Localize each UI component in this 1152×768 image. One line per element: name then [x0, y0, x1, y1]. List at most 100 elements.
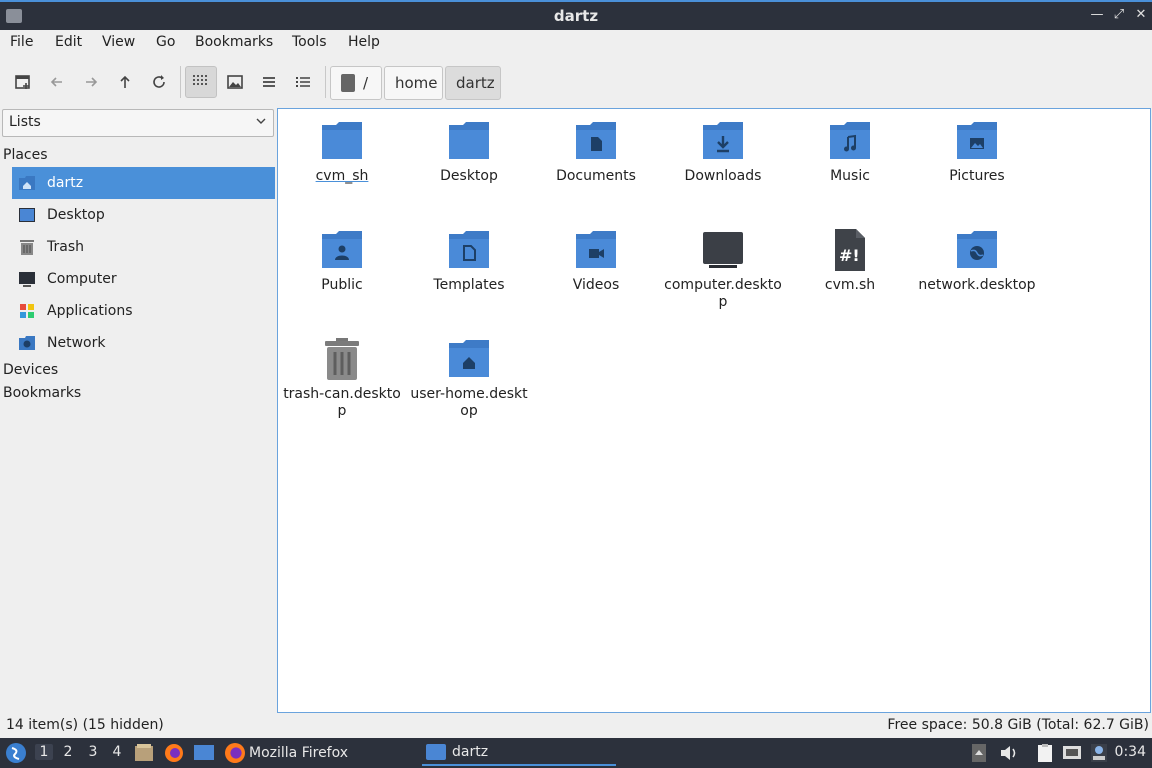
file-label: Videos [572, 277, 620, 293]
minimize-icon[interactable]: — [1088, 7, 1106, 22]
workspace-4[interactable]: 4 [108, 744, 126, 760]
folder-documents-icon [572, 117, 620, 165]
menu-go[interactable]: Go [156, 34, 175, 50]
folder-public-icon [318, 226, 366, 274]
file-label: Templates [433, 277, 505, 293]
folder-icon [445, 117, 493, 165]
thumbnail-view-icon[interactable] [219, 66, 251, 98]
file-label: user-home.desktop [410, 386, 528, 419]
file-item-desktop[interactable]: Desktop [406, 117, 532, 185]
menu-tools[interactable]: Tools [292, 34, 327, 50]
folder-pictures-icon [953, 117, 1001, 165]
task-firefox[interactable]: Mozilla Firefox [225, 740, 348, 766]
back-icon[interactable] [41, 66, 73, 98]
menu-help[interactable]: Help [348, 34, 380, 50]
task-label: dartz [452, 744, 489, 760]
reload-icon[interactable] [143, 66, 175, 98]
menu-edit[interactable]: Edit [55, 34, 82, 50]
folder-templates-icon [445, 226, 493, 274]
file-item-documents[interactable]: Documents [533, 117, 659, 185]
item-count: 14 item(s) (15 hidden) [6, 717, 164, 733]
status-bar: 14 item(s) (15 hidden) Free space: 50.8 … [0, 714, 1152, 736]
file-label: network.desktop [918, 277, 1036, 293]
maximize-icon[interactable]: ⤢ [1110, 7, 1128, 22]
clipboard-icon[interactable] [1035, 743, 1055, 767]
sidebar-item-desktop[interactable]: Desktop [12, 199, 275, 231]
workspace-2[interactable]: 2 [59, 744, 77, 760]
file-item-trash-can-desktop[interactable]: trash-can.desktop [279, 335, 405, 420]
file-manager-launcher-icon[interactable] [134, 743, 154, 767]
file-item-music[interactable]: Music [787, 117, 913, 185]
sidebar-item-network[interactable]: Network [12, 327, 275, 359]
menu-view[interactable]: View [102, 34, 135, 50]
file-item-cvm-sh-script[interactable]: #! cvm.sh [787, 226, 913, 294]
menu-bar: File Edit View Go Bookmarks Tools Help [0, 30, 1152, 56]
folder-icon [318, 117, 366, 165]
start-menu-icon[interactable] [5, 742, 27, 768]
compact-view-icon[interactable] [253, 66, 285, 98]
file-item-cvm-sh[interactable]: cvm_sh [279, 117, 405, 185]
sidebar-mode-select[interactable]: Lists [2, 109, 274, 137]
file-label: Music [830, 168, 870, 184]
file-item-computer-desktop[interactable]: computer.desktop [660, 226, 786, 311]
devices-heading[interactable]: Devices [3, 362, 58, 378]
bookmarks-heading[interactable]: Bookmarks [3, 385, 81, 401]
path-segment-home[interactable]: home [384, 66, 443, 100]
file-item-templates[interactable]: Templates [406, 226, 532, 294]
file-item-pictures[interactable]: Pictures [914, 117, 1040, 185]
file-label: trash-can.desktop [283, 386, 401, 419]
desktop-icon [17, 205, 37, 225]
close-icon[interactable]: ✕ [1132, 7, 1150, 22]
sidebar-mode-value: Lists [9, 114, 41, 130]
chevron-down-icon [255, 115, 267, 131]
folder-music-icon [826, 117, 874, 165]
path-segment-dartz[interactable]: dartz [445, 66, 501, 100]
tray-updates-icon[interactable] [971, 743, 987, 767]
firefox-launcher-icon[interactable] [164, 743, 184, 767]
file-label: Desktop [440, 168, 498, 184]
sidebar-item-label: Network [47, 335, 106, 351]
task-dartz[interactable]: dartz [422, 740, 616, 766]
file-label: Public [321, 277, 363, 293]
icon-view-icon[interactable] [185, 66, 217, 98]
free-space: Free space: 50.8 GiB (Total: 62.7 GiB) [887, 717, 1149, 733]
detailed-list-view-icon[interactable] [287, 66, 319, 98]
file-item-network-desktop[interactable]: network.desktop [914, 226, 1040, 294]
folder-download-icon [699, 117, 747, 165]
applications-icon [17, 301, 37, 321]
file-item-downloads[interactable]: Downloads [660, 117, 786, 185]
svg-text:#!: #! [839, 246, 860, 265]
sidebar-item-trash[interactable]: Trash [12, 231, 275, 263]
file-label: Downloads [684, 168, 762, 184]
workspace-3[interactable]: 3 [84, 744, 102, 760]
network-status-icon[interactable] [1062, 743, 1082, 767]
menu-bookmarks[interactable]: Bookmarks [195, 34, 273, 50]
forward-icon[interactable] [75, 66, 107, 98]
up-icon[interactable] [109, 66, 141, 98]
workspace-1[interactable]: 1 [35, 744, 53, 760]
notification-icon[interactable] [1090, 743, 1108, 767]
sidebar-item-label: Computer [47, 271, 117, 287]
file-item-videos[interactable]: Videos [533, 226, 659, 294]
places-heading[interactable]: Places [3, 147, 48, 163]
file-view[interactable]: cvm_sh Desktop Documents Downloads Music… [277, 108, 1151, 713]
sidebar-item-label: dartz [47, 175, 84, 191]
file-label: computer.desktop [664, 277, 782, 310]
show-desktop-icon[interactable] [193, 743, 215, 767]
menu-file[interactable]: File [10, 34, 33, 50]
home-folder-icon [17, 173, 37, 193]
sidebar-item-applications[interactable]: Applications [12, 295, 275, 327]
sidebar-item-computer[interactable]: Computer [12, 263, 275, 295]
script-file-icon: #! [826, 226, 874, 274]
file-item-public[interactable]: Public [279, 226, 405, 294]
file-item-user-home-desktop[interactable]: user-home.desktop [406, 335, 532, 420]
file-label: cvm.sh [824, 277, 876, 293]
sidebar-item-dartz[interactable]: dartz [12, 167, 275, 199]
sidebar-item-label: Trash [47, 239, 84, 255]
new-tab-icon[interactable] [7, 66, 39, 98]
volume-icon[interactable] [999, 743, 1019, 767]
computer-icon [17, 269, 37, 289]
folder-icon [426, 744, 446, 760]
taskbar: 1 2 3 4 Mozilla Firefox dartz 0:34 [0, 738, 1152, 768]
path-root-button[interactable]: / [330, 66, 382, 100]
